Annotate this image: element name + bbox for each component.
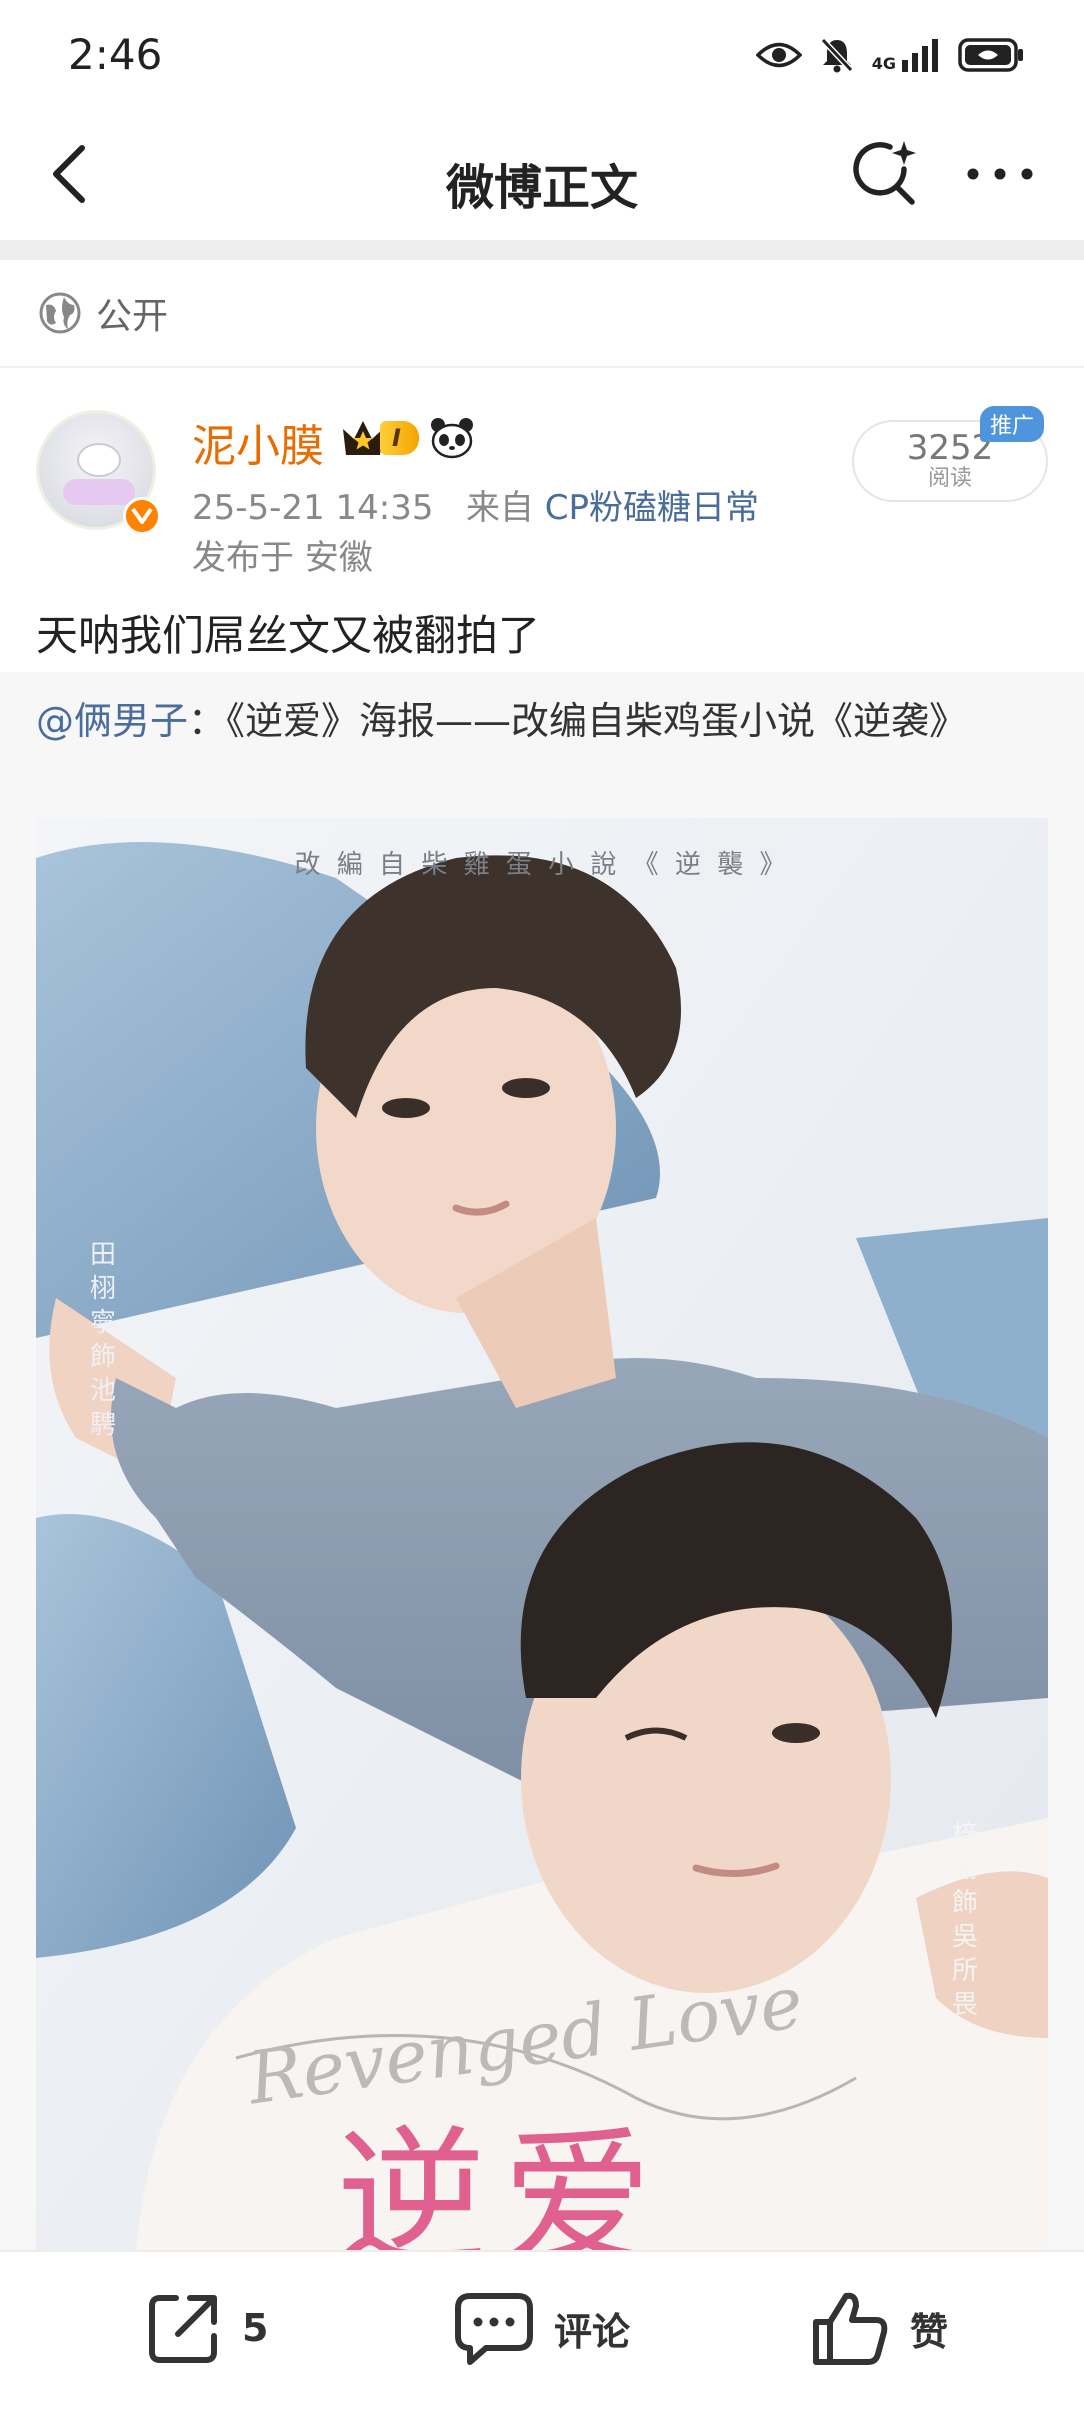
more-button[interactable] [960,134,1040,214]
repost-body: 《逆爱》海报——改编自柴鸡蛋小说《逆袭》 [226,699,968,743]
repost-count: 5 [242,2306,269,2350]
poster-title-cn: 逆爱 [336,2113,669,2250]
repost-separator: ： [188,699,227,743]
like-label: 赞 [910,2309,949,2354]
post-meta: 25-5-21 14:35 来自 CP粉磕糖日常 [192,480,759,529]
comment-icon [455,2293,533,2365]
comment-button[interactable]: 评论 [454,2288,630,2368]
source-prefix: 来自 [465,488,534,528]
eye-icon [755,42,802,68]
poster-top-caption: 改 編 自 柴 雞 蛋 小 說 《 逆 襲 》 [294,850,790,880]
status-bar: 2:46 4G [0,0,1084,112]
search-button[interactable] [845,134,925,214]
avatar-face [77,443,121,477]
comment-label: 评论 [554,2309,631,2354]
signal-icon [902,39,938,72]
visibility-label: 公开 [96,296,169,337]
level-badge[interactable]: I [340,416,419,460]
more-icon [967,168,1033,180]
section-divider [0,240,1084,260]
status-time: 2:46 [68,30,163,79]
repost-text: @俩男子：《逆爱》海报——改编自柴鸡蛋小说《逆袭》 [36,694,1046,748]
verified-badge-icon [123,497,161,535]
avatar-body [63,479,135,505]
bottom-action-bar: 5 评论 赞 [0,2250,1084,2412]
share-icon [149,2295,217,2363]
network-label: 4G [871,54,896,73]
search-sparkle-icon [853,141,916,205]
user-badges: I [340,416,475,460]
thumbs-up-icon [813,2292,888,2365]
avatar[interactable] [36,410,161,535]
poster-image[interactable]: 改 編 自 柴 雞 蛋 小 說 《 逆 襲 》 田栩寧 飾 池騁 梓渝 飾 吳所… [36,818,1048,2250]
post-timestamp: 25-5-21 14:35 [192,488,434,528]
read-label: 阅读 [927,466,972,491]
post-text: 天呐我们屌丝文又被翻拍了 [36,611,541,660]
level-label: I [380,421,419,455]
battery-icon [958,38,1023,72]
visibility-row: 公开 [0,260,1084,368]
like-button[interactable]: 赞 [810,2288,948,2368]
poster-left-credit: 田栩寧 飾 池騁 [90,1240,117,1440]
nav-bar: 微博正文 [0,112,1084,240]
source-link[interactable]: CP粉磕糖日常 [545,488,759,528]
repost-box[interactable]: @俩男子：《逆爱》海报——改编自柴鸡蛋小说《逆袭》 改 編 自 柴 雞 蛋 小 … [0,672,1084,2250]
panda-icon [430,418,473,459]
post-location: 发布于 安徽 [192,538,373,578]
status-icons: 4G [755,32,1024,78]
globe-icon [39,292,81,334]
username[interactable]: 泥小膜 [192,410,324,474]
bell-off-icon [820,37,853,73]
repost-button[interactable]: 5 [146,2288,268,2368]
repost-mention[interactable]: @俩男子 [36,699,188,743]
poster-right-credit: 梓渝 飾 吳所畏 [952,1820,979,2020]
signal-group: 4G [872,38,940,72]
promo-tag: 推广 [980,406,1045,442]
